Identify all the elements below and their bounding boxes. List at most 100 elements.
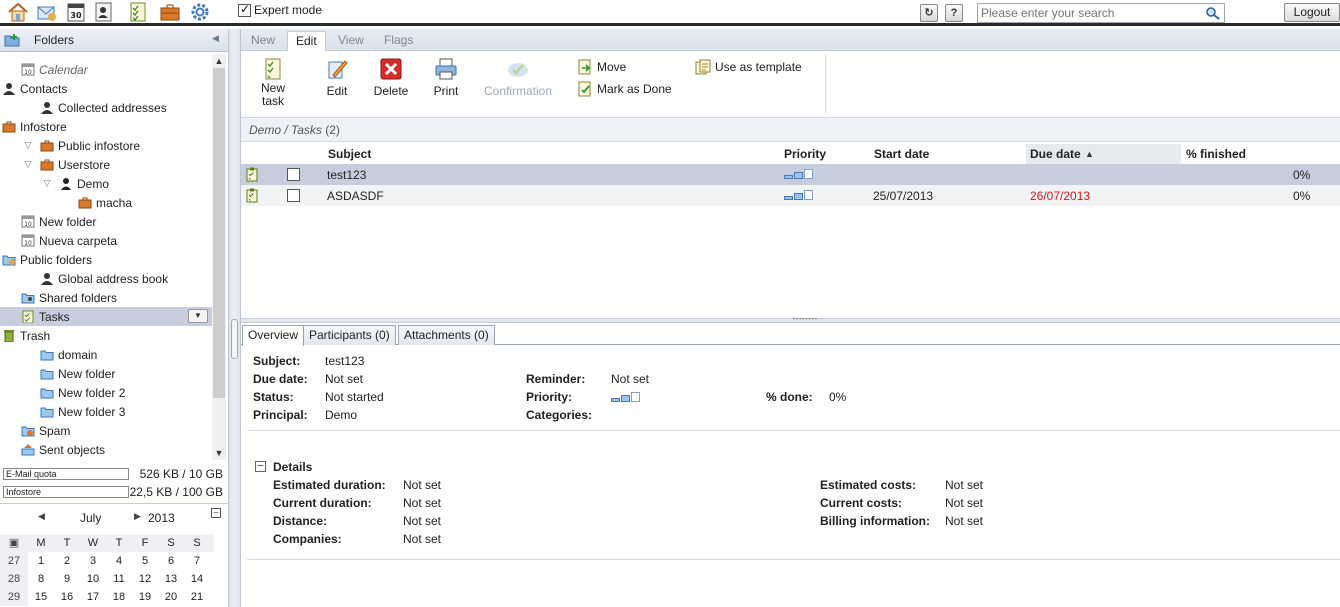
scroll-thumb[interactable] bbox=[213, 68, 225, 398]
folder-global-address-book[interactable]: Global address book bbox=[0, 269, 212, 288]
home-icon[interactable] bbox=[7, 1, 29, 23]
search-icon[interactable] bbox=[1205, 6, 1221, 20]
col-finished[interactable]: % finished bbox=[1186, 147, 1246, 161]
calendar-day[interactable]: 1 bbox=[28, 552, 54, 570]
calendar-day[interactable]: 12 bbox=[132, 570, 158, 588]
calendar-day[interactable]: 3 bbox=[80, 552, 106, 570]
collapse-panel-icon[interactable]: ◀ bbox=[212, 33, 219, 44]
calendar-day[interactable]: 16 bbox=[54, 588, 80, 606]
calendar-year[interactable]: 2013 bbox=[148, 511, 175, 525]
delete-button[interactable]: Delete bbox=[369, 51, 413, 98]
calendar-day[interactable]: 21 bbox=[184, 588, 210, 606]
row-checkbox[interactable] bbox=[287, 168, 300, 181]
folder-collected-addresses[interactable]: Collected addresses bbox=[0, 98, 212, 117]
folder-public-infostore[interactable]: ▽ Public infostore bbox=[0, 136, 212, 155]
scroll-up-icon[interactable]: ▲ bbox=[212, 54, 226, 68]
calendar-day[interactable]: 15 bbox=[28, 588, 54, 606]
calendar-day[interactable]: 13 bbox=[158, 570, 184, 588]
folder-demo[interactable]: ▽ Demo bbox=[0, 174, 212, 193]
col-priority[interactable]: Priority bbox=[784, 147, 826, 161]
row-checkbox[interactable] bbox=[287, 189, 300, 202]
mark-done-button[interactable]: Mark as Done bbox=[577, 81, 672, 97]
week-number[interactable]: 27 bbox=[0, 552, 28, 570]
vertical-splitter[interactable] bbox=[228, 29, 241, 607]
col-start-date[interactable]: Start date bbox=[874, 147, 929, 161]
settings-icon[interactable] bbox=[189, 1, 211, 23]
expert-mode-toggle[interactable]: Expert mode bbox=[238, 2, 322, 17]
folder-sent-objects[interactable]: Sent objects bbox=[0, 440, 212, 459]
week-number[interactable]: 29 bbox=[0, 588, 28, 606]
splitter-grip[interactable] bbox=[231, 319, 238, 359]
tab-attachments[interactable]: Attachments (0) bbox=[398, 325, 495, 345]
folder-menu-button[interactable]: ▼ bbox=[188, 309, 208, 323]
folder-domain[interactable]: domain bbox=[0, 345, 212, 364]
edit-button[interactable]: Edit bbox=[321, 51, 353, 98]
folder-public-folders[interactable]: ▽Public folders bbox=[0, 250, 212, 269]
mail-icon[interactable] bbox=[36, 1, 58, 23]
table-row[interactable]: test123 0% bbox=[241, 164, 1340, 185]
tasks-icon[interactable] bbox=[127, 1, 149, 23]
calendar-day[interactable]: 11 bbox=[106, 570, 132, 588]
folder-contacts[interactable]: ▽Contacts bbox=[0, 79, 212, 98]
folder-new-folder-3[interactable]: New folder 3 bbox=[0, 402, 212, 421]
calendar-day[interactable]: 8 bbox=[28, 570, 54, 588]
tab-edit[interactable]: Edit bbox=[287, 31, 326, 52]
folder-userstore[interactable]: ▽ Userstore bbox=[0, 155, 212, 174]
folder-infostore[interactable]: ▽Infostore bbox=[0, 117, 212, 136]
calendar-month[interactable]: July bbox=[80, 511, 101, 525]
expand-arrow-icon[interactable]: ▽ bbox=[22, 140, 34, 151]
folder-tree-scrollbar[interactable]: ▲ ▼ bbox=[212, 54, 226, 460]
folder-shared-folders[interactable]: Shared folders bbox=[0, 288, 212, 307]
print-button[interactable]: Print bbox=[429, 51, 463, 98]
tab-overview[interactable]: Overview bbox=[242, 325, 305, 346]
calendar-day[interactable]: 20 bbox=[158, 588, 184, 606]
tab-participants[interactable]: Participants (0) bbox=[303, 325, 396, 345]
folder-new-folder[interactable]: New folder bbox=[0, 364, 212, 383]
confirmation-button[interactable]: Confirmation bbox=[481, 51, 555, 98]
folder-trash[interactable]: ▽Trash bbox=[0, 326, 212, 345]
calendar-day[interactable]: 19 bbox=[132, 588, 158, 606]
calendar-day[interactable]: 4 bbox=[106, 552, 132, 570]
expand-arrow-icon[interactable]: ▽ bbox=[22, 159, 34, 170]
collapse-details-icon[interactable]: – bbox=[255, 461, 266, 472]
next-month-icon[interactable]: ▶ bbox=[134, 511, 141, 522]
refresh-button[interactable]: ↻ bbox=[920, 4, 938, 22]
prev-month-icon[interactable]: ◀ bbox=[38, 511, 45, 522]
folder-tasks[interactable]: Tasks ▼ bbox=[0, 307, 212, 326]
calendar-day[interactable]: 18 bbox=[106, 588, 132, 606]
new-task-button[interactable]: New task bbox=[253, 51, 293, 108]
calendar-day[interactable]: 17 bbox=[80, 588, 106, 606]
minimize-calendar-icon[interactable]: – bbox=[211, 508, 221, 518]
calendar-day[interactable]: 2 bbox=[54, 552, 80, 570]
tab-view[interactable]: View bbox=[338, 33, 364, 47]
col-subject[interactable]: Subject bbox=[328, 147, 371, 161]
use-template-button[interactable]: Use as template bbox=[695, 59, 802, 75]
scroll-down-icon[interactable]: ▼ bbox=[212, 446, 226, 460]
help-button[interactable]: ? bbox=[945, 4, 963, 22]
folder-calendar[interactable]: 10 Calendar bbox=[0, 60, 212, 79]
calendar-day[interactable]: 6 bbox=[158, 552, 184, 570]
calendar-day[interactable]: 9 bbox=[54, 570, 80, 588]
calendar-day[interactable]: 5 bbox=[132, 552, 158, 570]
folder-new-folder-2[interactable]: New folder 2 bbox=[0, 383, 212, 402]
splitter-grip[interactable]: •••••••• bbox=[793, 317, 818, 323]
folder-macha[interactable]: macha bbox=[0, 193, 212, 212]
folder-nueva-carpeta[interactable]: 10 Nueva carpeta bbox=[0, 231, 212, 250]
folder-spam[interactable]: Spam bbox=[0, 421, 212, 440]
week-number[interactable]: 28 bbox=[0, 570, 28, 588]
calendar-icon[interactable]: 30 bbox=[65, 1, 87, 23]
tab-new[interactable]: New bbox=[251, 33, 275, 47]
tab-flags[interactable]: Flags bbox=[384, 33, 413, 47]
expand-arrow-icon[interactable]: ▽ bbox=[41, 178, 53, 189]
col-due-date[interactable]: Due date bbox=[1030, 147, 1081, 161]
new-folder-icon[interactable] bbox=[4, 33, 20, 47]
logout-button[interactable]: Logout bbox=[1284, 3, 1340, 22]
infostore-icon[interactable] bbox=[159, 1, 181, 23]
folder-new-folder[interactable]: 10 New folder bbox=[0, 212, 212, 231]
week-select-icon[interactable]: ▣ bbox=[0, 534, 28, 552]
table-row[interactable]: ASDASDF 25/07/2013 26/07/2013 0% bbox=[241, 185, 1340, 206]
calendar-day[interactable]: 10 bbox=[80, 570, 106, 588]
move-button[interactable]: Move bbox=[577, 59, 626, 75]
calendar-day[interactable]: 14 bbox=[184, 570, 210, 588]
search-input[interactable] bbox=[978, 4, 1200, 22]
